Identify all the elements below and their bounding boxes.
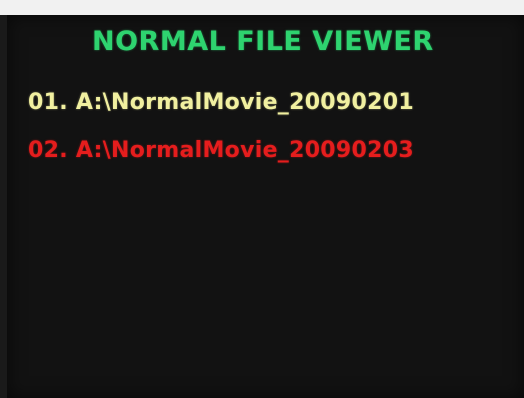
- file-item[interactable]: 01. A:\NormalMovie_20090201: [28, 88, 414, 118]
- file-item-selected[interactable]: 02. A:\NormalMovie_20090203: [28, 136, 414, 166]
- page-title: NORMAL FILE VIEWER: [92, 26, 434, 57]
- osd-screen: [7, 15, 524, 398]
- monitor-bezel-edge: [0, 15, 7, 398]
- file-list: 01. A:\NormalMovie_20090201 02. A:\Norma…: [28, 88, 414, 184]
